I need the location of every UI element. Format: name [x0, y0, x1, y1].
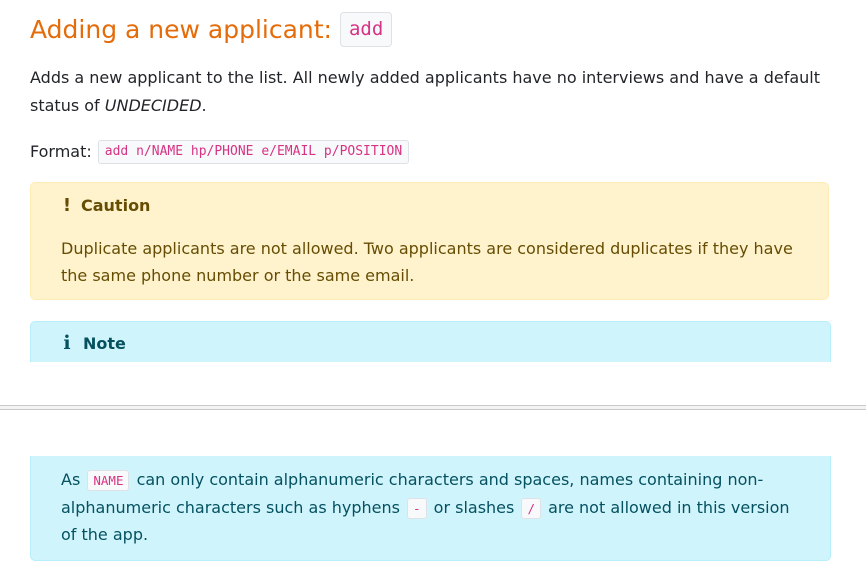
format-label: Format: — [30, 142, 92, 161]
page: Adding a new applicant: add Adds a new a… — [0, 0, 866, 572]
note-text-3: or slashes — [428, 497, 520, 517]
page-break-divider — [0, 405, 866, 410]
format-code: add n/NAME hp/PHONE e/EMAIL p/POSITION — [97, 139, 410, 165]
note-box-body: As NAME can only contain alphanumeric ch… — [30, 456, 831, 561]
description-paragraph: Adds a new applicant to the list. All ne… — [30, 64, 830, 119]
note-title-row: i Note — [61, 332, 126, 354]
info-icon: i — [63, 332, 71, 354]
caution-title: Caution — [81, 196, 151, 215]
note-box-header: i Note — [30, 321, 831, 362]
format-line: Format: add n/NAME hp/PHONE e/EMAIL p/PO… — [30, 138, 410, 166]
exclamation-icon: ! — [62, 195, 72, 216]
description-end: . — [201, 95, 207, 115]
status-undecided: UNDECIDED — [104, 95, 202, 115]
section-heading: Adding a new applicant: add — [30, 12, 393, 47]
note-body: As NAME can only contain alphanumeric ch… — [61, 466, 801, 549]
note-code-name: NAME — [87, 470, 130, 491]
heading-text: Adding a new applicant: — [30, 14, 332, 44]
note-title: Note — [83, 333, 126, 353]
caution-box: ! Caution Duplicate applicants are not a… — [30, 182, 829, 300]
heading-command-code: add — [339, 12, 393, 47]
caution-title-row: ! Caution — [61, 195, 151, 216]
caution-body: Duplicate applicants are not allowed. Tw… — [61, 239, 793, 285]
note-text-1: As — [61, 470, 86, 489]
note-code-hyphen: - — [407, 497, 427, 519]
note-code-slash: / — [521, 497, 541, 519]
